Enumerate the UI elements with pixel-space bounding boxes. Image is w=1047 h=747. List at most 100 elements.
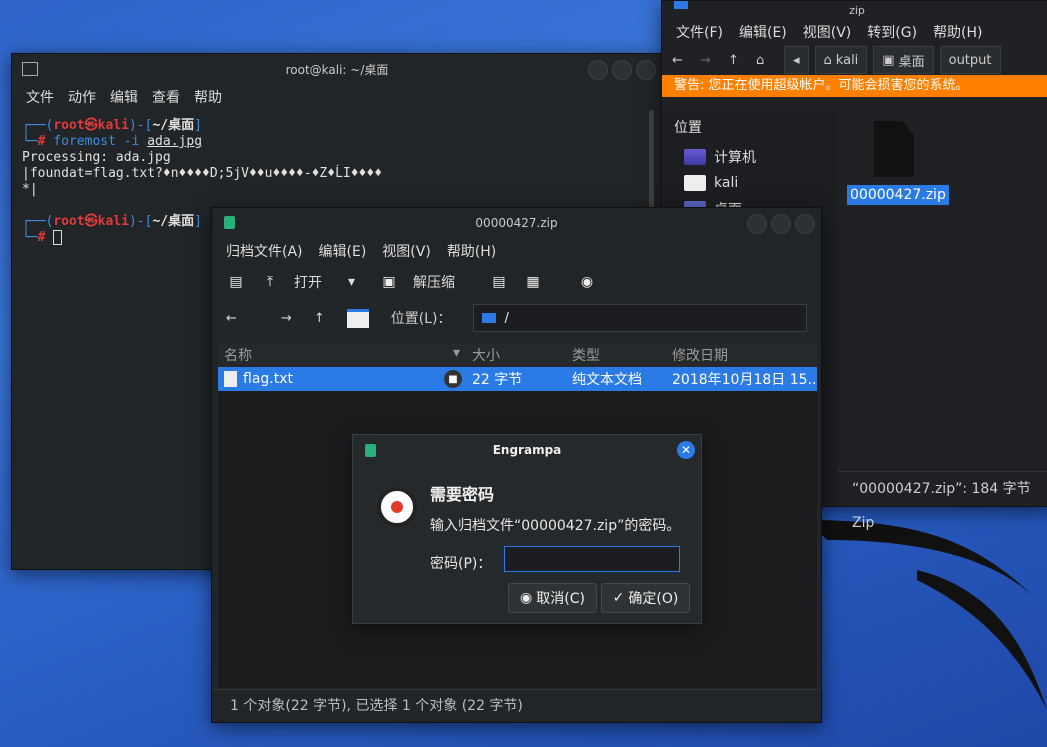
ar-menu-edit[interactable]: 编辑(E) [319, 241, 367, 261]
extract-button[interactable]: 解压缩 [413, 272, 455, 292]
back-icon[interactable]: ← [672, 53, 694, 68]
terminal-title: root@kali: ~/桌面 [285, 62, 389, 77]
sidebar-item-kali[interactable]: kali [662, 171, 837, 195]
col-type[interactable]: 类型 [566, 345, 666, 365]
fm-menu-file[interactable]: 文件(F) [676, 22, 723, 42]
dialog-message: 输入归档文件“00000427.zip”的密码。 [430, 518, 681, 534]
password-dialog[interactable]: Engrampa ✕ 需要密码 输入归档文件“00000427.zip”的密码。… [352, 434, 702, 624]
open-button[interactable]: 打开 [294, 272, 322, 292]
col-date[interactable]: 修改日期 [666, 345, 817, 365]
ar-toolbar: ▤ ⤒ 打开 ▾ ▣ 解压缩 ▤ ▦ ◉ [212, 264, 821, 300]
archive-app-icon [365, 444, 376, 457]
ar-title: 00000427.zip [475, 216, 558, 230]
sidebar-title: 位置 [674, 120, 702, 136]
password-input[interactable] [504, 546, 680, 572]
col-name[interactable]: 名称 ▾ [218, 345, 466, 365]
fm-menubar: 文件(F) 编辑(E) 视图(V) 转到(G) 帮助(H) [662, 19, 1047, 45]
file-type: 纯文本文档 [572, 372, 642, 388]
menu-help[interactable]: 帮助 [194, 87, 222, 107]
minimize-button[interactable] [588, 60, 608, 80]
terminal-scrollbar[interactable] [649, 110, 654, 220]
archive-app-icon [224, 216, 235, 229]
dialog-heading: 需要密码 [430, 485, 495, 504]
ar-menu-help[interactable]: 帮助(H) [447, 241, 496, 261]
desktop-icon: ▣ [882, 52, 895, 68]
password-label: 密码(P)： [430, 556, 492, 572]
dialog-titlebar[interactable]: Engrampa ✕ [353, 435, 701, 465]
sort-icon: ▾ [452, 345, 460, 361]
location-field[interactable]: / [473, 304, 807, 332]
ar-titlebar[interactable]: 00000427.zip [212, 208, 821, 238]
fm-app-icon [674, 1, 688, 9]
up-icon[interactable]: ↑ [728, 53, 750, 68]
forward-icon[interactable]: → [281, 311, 292, 326]
crumb-kali[interactable]: ⌂ kali [814, 46, 868, 74]
fm-menu-edit[interactable]: 编辑(E) [739, 22, 787, 42]
col-size[interactable]: 大小 [466, 345, 566, 365]
fm-menu-help[interactable]: 帮助(H) [933, 22, 982, 42]
check-icon: ✓ [612, 590, 625, 606]
extract-icon[interactable]: ▣ [379, 272, 399, 292]
fm-menu-view[interactable]: 视图(V) [803, 22, 852, 42]
terminal-icon [22, 62, 38, 76]
close-button[interactable] [636, 60, 656, 80]
stop-icon[interactable]: ◉ [577, 272, 597, 292]
folder-icon [482, 313, 497, 323]
computer-icon [684, 149, 706, 165]
menu-file[interactable]: 文件 [26, 87, 54, 107]
fm-titlebar[interactable]: zip [662, 1, 1047, 19]
home-icon: ⌂ [823, 52, 832, 68]
crumb-output[interactable]: output [939, 46, 1001, 74]
menu-action[interactable]: 动作 [68, 87, 96, 107]
new-archive-icon[interactable]: ▤ [226, 272, 246, 292]
crumb-desktop[interactable]: ▣ 桌面 [873, 46, 934, 74]
ok-button[interactable]: ✓ 确定(O) [601, 583, 690, 613]
text-file-icon [224, 371, 237, 387]
ar-location-bar: ← → ↑ 位置(L)： / [212, 300, 821, 336]
fm-title: zip [849, 3, 865, 17]
ar-menu-archive[interactable]: 归档文件(A) [226, 241, 303, 261]
minimize-button[interactable] [747, 214, 767, 234]
file-date: 2018年10月18日 15... [672, 372, 817, 388]
home-icon[interactable]: ⌂ [756, 53, 778, 68]
fm-statusbar: “00000427.zip”: 184 字节 Zip [838, 471, 1047, 531]
zip-file-icon[interactable] [874, 121, 914, 177]
open-icon[interactable]: ⤒ [260, 272, 280, 292]
fm-toolbar: ← → ↑ ⌂ ◂ ⌂ kali ▣ 桌面 output [662, 45, 1047, 75]
cursor [53, 230, 63, 245]
file-name: flag.txt [243, 371, 293, 387]
home-folder-icon[interactable] [346, 308, 369, 328]
lock-icon: ■ [444, 370, 462, 388]
file-list-header: 名称 ▾ 大小 类型 修改日期 [218, 343, 817, 367]
table-row[interactable]: flag.txt ■ 22 字节 纯文本文档 2018年10月18日 15... [218, 367, 817, 391]
sidebar-item-computer[interactable]: 计算机 [662, 143, 837, 171]
add-file-icon[interactable]: ▤ [489, 272, 509, 292]
ar-menubar: 归档文件(A) 编辑(E) 视图(V) 帮助(H) [212, 238, 821, 264]
zip-file-label[interactable]: 00000427.zip [847, 185, 949, 205]
cancel-button[interactable]: ◉ 取消(C) [508, 583, 597, 613]
location-label: 位置(L)： [390, 311, 452, 327]
root-warning-bar: 警告: 您正在使用超级帐户。可能会损害您的系统。 [662, 75, 1047, 97]
ar-menu-view[interactable]: 视图(V) [382, 241, 431, 261]
maximize-button[interactable] [612, 60, 632, 80]
add-folder-icon[interactable]: ▦ [523, 272, 543, 292]
file-size: 22 字节 [472, 372, 523, 388]
up-icon[interactable]: ↑ [314, 311, 325, 326]
maximize-button[interactable] [771, 214, 791, 234]
crumb-scroll-left[interactable]: ◂ [784, 46, 809, 74]
terminal-titlebar[interactable]: root@kali: ~/桌面 [12, 54, 662, 84]
ar-statusbar: 1 个对象(22 字节), 已选择 1 个对象 (22 字节) [212, 689, 821, 722]
menu-view[interactable]: 查看 [152, 87, 180, 107]
menu-edit[interactable]: 编辑 [110, 87, 138, 107]
fm-menu-go[interactable]: 转到(G) [867, 22, 917, 42]
fm-file-view[interactable]: 00000427.zip [838, 111, 1047, 506]
home-folder-icon [684, 175, 706, 191]
terminal-menubar: 文件 动作 编辑 查看 帮助 [12, 84, 662, 110]
open-dropdown-icon[interactable]: ▾ [348, 274, 355, 290]
forward-icon[interactable]: → [700, 53, 722, 68]
close-icon[interactable]: ✕ [677, 441, 695, 459]
lock-icon [377, 487, 417, 527]
cancel-icon: ◉ [520, 590, 533, 606]
close-button[interactable] [795, 214, 815, 234]
back-icon[interactable]: ← [226, 311, 237, 326]
